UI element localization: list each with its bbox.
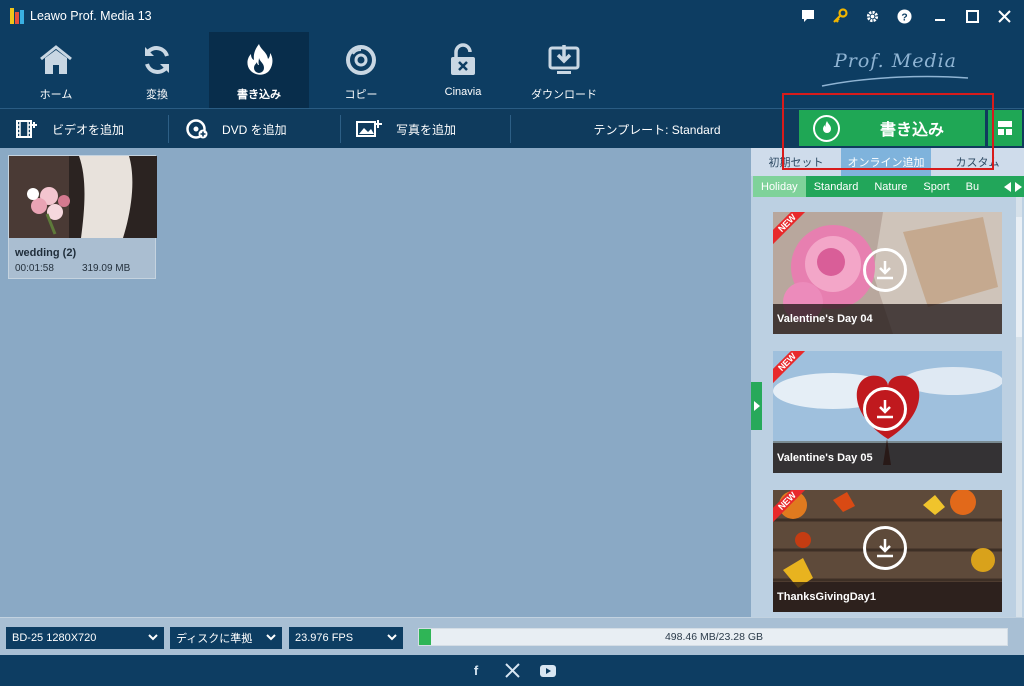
help-icon[interactable]: ? [888, 0, 920, 32]
download-icon[interactable] [863, 526, 907, 570]
bottom-bar: BD-25 1280X720 ディスクに準拠 23.976 FPS 498.46… [0, 617, 1024, 655]
burn-button-label: 書き込み [880, 122, 945, 139]
fps-select[interactable]: 23.976 FPS [289, 627, 403, 649]
cinavia-icon [445, 42, 481, 78]
toolbar-divider [168, 115, 169, 143]
social-footer: f [0, 655, 1024, 686]
chevron-down-icon [266, 634, 276, 641]
category-holiday[interactable]: Holiday [753, 176, 806, 197]
video-thumbnail [9, 156, 157, 238]
template-name: ThanksGivingDay1 [773, 582, 1002, 612]
maximize-icon[interactable] [956, 0, 988, 32]
chevron-down-icon [387, 634, 397, 641]
close-icon[interactable] [988, 0, 1020, 32]
download-icon [546, 42, 582, 78]
nav-label-convert: 変換 [146, 89, 168, 101]
app-title: Leawo Prof. Media 13 [30, 9, 152, 23]
facebook-icon[interactable]: f [468, 663, 484, 679]
toolbar-divider [510, 115, 511, 143]
fps-value: 23.976 FPS [295, 632, 354, 644]
brand-logo: Prof. Media [834, 50, 958, 72]
tab-custom[interactable]: カスタム [931, 148, 1024, 176]
main-nav: ホーム 変換 書き込み コピー Cinavia ダウンロード Prof. Med… [0, 32, 1024, 108]
nav-item-cinavia[interactable]: Cinavia [413, 32, 513, 108]
template-tabs: 初期セット オンライン追加 カスタム [751, 148, 1024, 176]
aspect-value: ディスクに準拠 [176, 633, 253, 645]
template-label[interactable]: テンプレート: Standard [512, 109, 802, 149]
aspect-select[interactable]: ディスクに準拠 [170, 627, 282, 649]
nav-item-home[interactable]: ホーム [6, 32, 106, 108]
youtube-icon[interactable] [540, 663, 556, 679]
tab-online[interactable]: オンライン追加 [841, 148, 931, 176]
add-video-button[interactable]: ビデオを追加 [16, 109, 124, 149]
burn-button[interactable]: 書き込み [799, 110, 985, 146]
nav-label-burn: 書き込み [237, 89, 281, 101]
layout-toggle-button[interactable] [988, 110, 1022, 146]
nav-label-copy: コピー [344, 89, 378, 101]
category-standard[interactable]: Standard [806, 176, 867, 197]
download-icon[interactable] [863, 387, 907, 431]
nav-label-home: ホーム [39, 89, 73, 101]
disc-type-value: BD-25 1280X720 [12, 632, 97, 644]
category-more[interactable]: Bu [958, 176, 987, 197]
nav-item-copy[interactable]: コピー [311, 32, 411, 108]
burn-icon [241, 42, 277, 78]
scrollbar-thumb[interactable] [1016, 217, 1022, 337]
nav-item-burn[interactable]: 書き込み [209, 32, 309, 108]
video-title: wedding (2) [15, 247, 77, 259]
nav-item-download[interactable]: ダウンロード [514, 32, 614, 108]
toolbar-divider [340, 115, 341, 143]
template-card[interactable]: NEW Valentine's Day 05 [773, 351, 1002, 473]
app-logo-icon [10, 8, 24, 24]
template-scrollbar[interactable] [1016, 197, 1022, 617]
video-size: 319.09 MB [81, 263, 131, 274]
video-list-area: wedding (2) 00:01:58 319.09 MB [0, 148, 751, 617]
nav-label-cinavia: Cinavia [444, 86, 482, 98]
gear-icon[interactable] [856, 0, 888, 32]
nav-label-download: ダウンロード [531, 89, 597, 101]
template-card[interactable]: NEW ThanksGivingDay1 [773, 490, 1002, 612]
convert-icon [139, 42, 175, 78]
chevron-down-icon [148, 634, 158, 641]
add-photo-label: 写真を追加 [396, 122, 457, 137]
dvd-add-icon [186, 119, 208, 139]
title-bar: Leawo Prof. Media 13 ? [0, 0, 1024, 32]
add-photo-button[interactable]: 写真を追加 [356, 109, 456, 149]
chat-icon[interactable] [792, 0, 824, 32]
photo-add-icon [356, 119, 382, 139]
x-icon[interactable] [504, 663, 520, 679]
home-icon [38, 42, 74, 78]
category-sport[interactable]: Sport [915, 176, 957, 197]
grid-layout-icon [998, 121, 1012, 135]
svg-text:?: ? [901, 12, 907, 23]
category-nature[interactable]: Nature [866, 176, 915, 197]
add-dvd-label: DVD を追加 [222, 122, 287, 137]
film-add-icon [16, 119, 38, 139]
template-panel: 初期セット オンライン追加 カスタム Holiday Standard Natu… [751, 148, 1024, 617]
video-duration: 00:01:58 [15, 263, 54, 274]
capacity-text: 498.46 MB/23.28 GB [664, 631, 764, 643]
category-bar: Holiday Standard Nature Sport Bu [753, 176, 1024, 197]
tab-preset[interactable]: 初期セット [751, 148, 841, 176]
video-item[interactable]: wedding (2) 00:01:58 319.09 MB [8, 155, 157, 279]
download-icon[interactable] [863, 248, 907, 292]
arrow-left-icon[interactable] [1004, 181, 1012, 192]
template-name: Valentine's Day 05 [773, 443, 1002, 473]
minimize-icon[interactable] [924, 0, 956, 32]
chevron-right-icon [753, 401, 760, 411]
key-icon[interactable] [824, 0, 856, 32]
panel-collapse-toggle[interactable] [751, 382, 762, 430]
add-video-label: ビデオを追加 [52, 122, 125, 137]
disc-capacity-bar: 498.46 MB/23.28 GB [418, 628, 1008, 646]
brand-swoosh-icon [821, 75, 969, 87]
template-list: NEW Valentine's Day 04 NEW Valentine's D… [751, 197, 1016, 617]
nav-item-convert[interactable]: 変換 [107, 32, 207, 108]
template-card[interactable]: NEW Valentine's Day 04 [773, 212, 1002, 334]
copy-icon [343, 42, 379, 78]
add-dvd-button[interactable]: DVD を追加 [186, 109, 287, 149]
burn-fire-icon [813, 114, 840, 142]
template-name: Valentine's Day 04 [773, 304, 1002, 334]
disc-type-select[interactable]: BD-25 1280X720 [6, 627, 164, 649]
arrow-right-icon[interactable] [1014, 181, 1022, 192]
